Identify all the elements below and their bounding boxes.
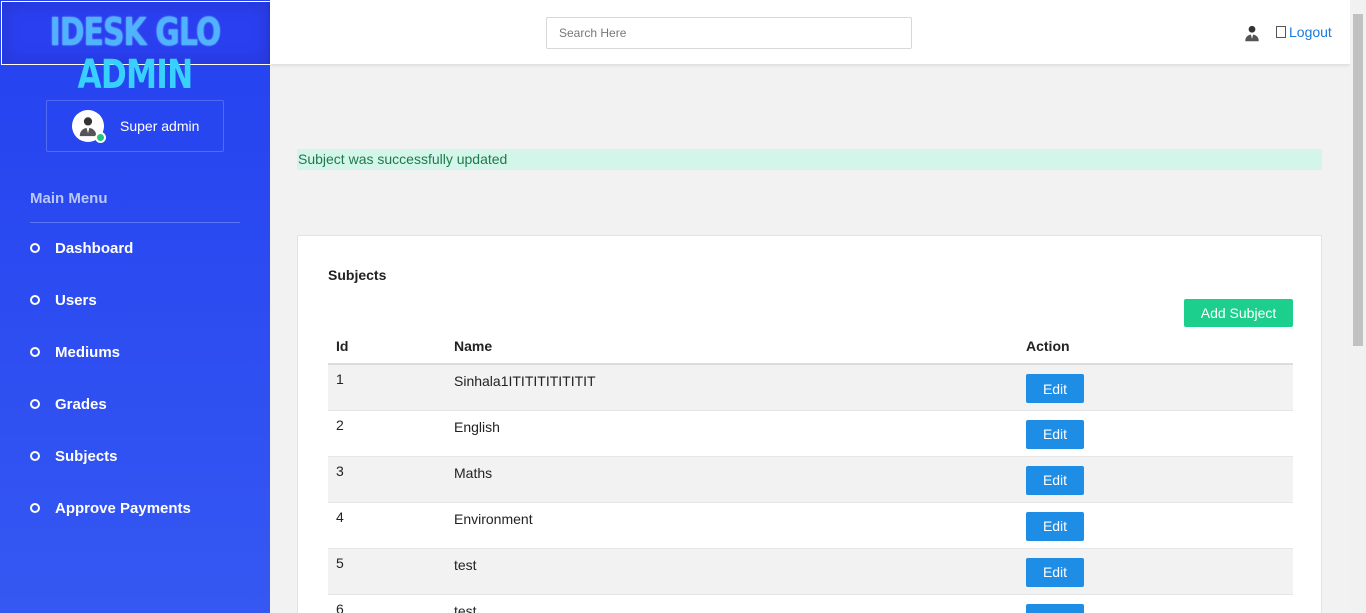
cell-action: Edit [1018,502,1293,549]
sidebar-item-approve-payments[interactable]: Approve Payments [30,482,191,534]
card-title: Subjects [328,267,387,283]
circle-bullet-icon [30,503,40,513]
table-row: 1 Sinhala1ITITITITITITIT Edit [328,364,1293,411]
circle-bullet-icon [30,451,40,461]
table-row: 4 Environment Edit [328,502,1293,549]
table-row: 6 test Edit [328,594,1293,613]
cell-action: Edit [1018,410,1293,457]
sidebar-item-label: Approve Payments [55,499,191,517]
page-scrollbar[interactable] [1350,0,1366,613]
table-row: 2 English Edit [328,410,1293,457]
cell-name: Maths [446,456,1018,503]
cell-id: 2 [328,410,446,457]
sidebar-item-label: Dashboard [55,239,134,257]
cell-name: test [446,548,1018,595]
cell-action: Edit [1018,456,1293,503]
success-alert: Subject was successfully updated [297,149,1322,170]
cell-id: 4 [328,502,446,549]
main-menu: Dashboard Users Mediums Grades Subjects … [30,236,191,534]
circle-bullet-icon [30,295,40,305]
edit-button[interactable]: Edit [1026,511,1084,541]
sidebar-item-subjects[interactable]: Subjects [30,430,191,482]
edit-button[interactable]: Edit [1026,419,1084,449]
circle-bullet-icon [30,243,40,253]
user-name: Super admin [120,118,200,134]
sidebar-item-grades[interactable]: Grades [30,378,191,430]
brand-line1: IDESK GLO [49,10,222,54]
sidebar-item-label: Subjects [55,447,118,465]
cell-id: 3 [328,456,446,503]
table-row: 3 Maths Edit [328,456,1293,503]
logout-link[interactable]: Logout [1276,24,1332,40]
column-header-action: Action [1018,328,1293,365]
logout-label: Logout [1289,24,1332,40]
cell-action: Edit [1018,594,1293,613]
cell-action: Edit [1018,548,1293,595]
circle-bullet-icon [30,399,40,409]
cell-action: Edit [1018,364,1293,411]
edit-button[interactable]: Edit [1026,374,1084,403]
online-status-dot [95,132,106,143]
add-subject-button[interactable]: Add Subject [1184,299,1293,327]
circle-bullet-icon [30,347,40,357]
subjects-table: Id Name Action 1 Sinhala1ITITITITITITIT … [328,328,1293,613]
sidebar-item-dashboard[interactable]: Dashboard [30,222,191,274]
search-input[interactable] [546,17,912,49]
edit-button[interactable]: Edit [1026,603,1084,613]
cell-name: test [446,594,1018,613]
main-menu-title: Main Menu [30,190,108,207]
column-header-id: Id [328,328,446,365]
brand-logo: IDESK GLO ADMIN [0,0,271,100]
sidebar-item-label: Grades [55,395,107,413]
sidebar-item-users[interactable]: Users [30,274,191,326]
sidebar: IDESK GLO ADMIN Super admin Main Menu Da… [0,0,271,613]
user-avatar-icon[interactable] [1243,23,1261,43]
sidebar-item-mediums[interactable]: Mediums [30,326,191,378]
logout-icon [1276,26,1286,38]
avatar [72,110,106,143]
brand-line2: ADMIN [77,52,194,98]
column-header-name: Name [446,328,1018,365]
sidebar-item-label: Users [55,291,97,309]
cell-name: Sinhala1ITITITITITITIT [446,364,1018,411]
cell-id: 1 [328,364,446,411]
table-row: 5 test Edit [328,548,1293,595]
scrollbar-thumb[interactable] [1353,14,1363,346]
cell-name: Environment [446,502,1018,549]
table-header-row: Id Name Action [328,328,1293,365]
edit-button[interactable]: Edit [1026,557,1084,587]
topbar: Logout [270,0,1350,64]
edit-button[interactable]: Edit [1026,465,1084,495]
cell-id: 5 [328,548,446,595]
cell-id: 6 [328,594,446,613]
subjects-card: Subjects Add Subject Id Name Action 1 Si… [297,235,1322,613]
sidebar-item-label: Mediums [55,343,121,361]
user-profile-card[interactable]: Super admin [46,100,224,152]
cell-name: English [446,410,1018,457]
